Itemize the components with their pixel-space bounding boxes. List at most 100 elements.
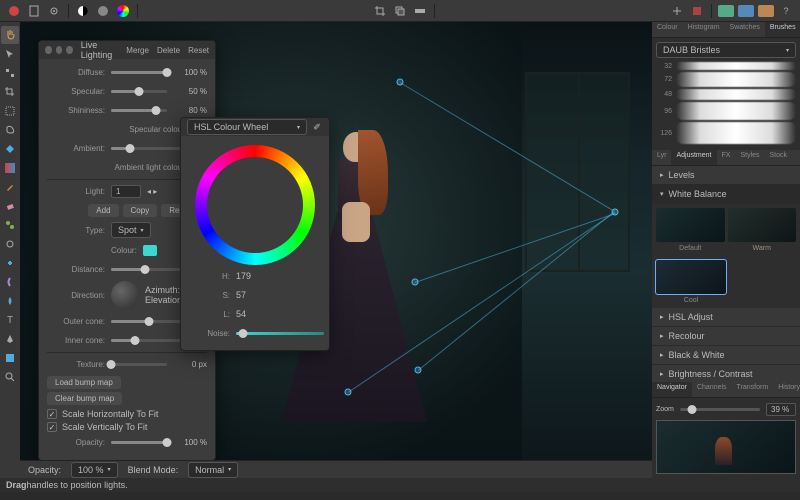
persona-photo-icon[interactable] — [718, 5, 734, 17]
brush-preset[interactable]: 96 — [656, 102, 796, 120]
help-icon[interactable]: ? — [778, 3, 794, 19]
navigator-thumbnail[interactable] — [656, 420, 796, 474]
quickmask-icon[interactable] — [689, 3, 705, 19]
tab-transform[interactable]: Transform — [732, 382, 774, 397]
tab-fx[interactable]: FX — [717, 150, 736, 165]
blend-mode-dropdown[interactable]: Normal▾ — [188, 462, 238, 478]
gear-icon[interactable] — [46, 3, 62, 19]
gradient-tool[interactable] — [1, 159, 19, 177]
blur-tool[interactable] — [1, 292, 19, 310]
erase-tool[interactable] — [1, 197, 19, 215]
tab-colour[interactable]: Colour — [652, 22, 683, 37]
adjustment-bw[interactable]: ▸Black & White — [652, 346, 800, 365]
close-icon[interactable] — [45, 46, 52, 54]
adjustment-hsl[interactable]: ▸HSL Adjust — [652, 308, 800, 327]
adjustment-recolour[interactable]: ▸Recolour — [652, 327, 800, 346]
tab-histogram[interactable]: Histogram — [683, 22, 725, 37]
move-tool[interactable] — [1, 45, 19, 63]
select-free-tool[interactable] — [1, 121, 19, 139]
canvas[interactable]: Live Lighting Merge Delete Reset Diffuse… — [20, 22, 652, 478]
noise-slider[interactable] — [236, 332, 324, 335]
preset-warm[interactable] — [728, 208, 797, 242]
specular-slider[interactable] — [111, 90, 167, 93]
brush-preset[interactable]: 72 — [656, 72, 796, 87]
arrange-icon[interactable] — [412, 3, 428, 19]
persona-develop-icon[interactable] — [758, 5, 774, 17]
smudge-tool[interactable] — [1, 273, 19, 291]
right-studio: Colour Histogram Swatches Brushes DAUB B… — [652, 22, 800, 478]
adjustment-levels[interactable]: ▸Levels — [652, 166, 800, 185]
merge-button[interactable]: Merge — [126, 46, 149, 55]
brush-preset[interactable]: 32 — [656, 62, 796, 70]
palette-icon[interactable] — [115, 3, 131, 19]
brush-preset[interactable]: 126 — [656, 122, 796, 144]
crop-icon[interactable] — [372, 3, 388, 19]
text-tool[interactable]: T — [1, 311, 19, 329]
persona-liquify-icon[interactable] — [738, 5, 754, 17]
direction-dial[interactable] — [111, 281, 139, 309]
layer-opacity-dropdown[interactable]: 100 %▾ — [71, 462, 118, 478]
shininess-slider[interactable] — [111, 109, 167, 112]
add-button[interactable]: Add — [88, 204, 118, 217]
clear-bump-button[interactable]: Clear bump map — [47, 392, 122, 405]
brush-tool[interactable] — [1, 178, 19, 196]
overlay-icon[interactable] — [392, 3, 408, 19]
tab-stock[interactable]: Stock — [765, 150, 793, 165]
brushes-panel: DAUB Bristles▾ 32 72 48 96 126 — [652, 38, 800, 150]
tab-history[interactable]: History — [773, 382, 800, 397]
brush-preset[interactable]: 48 — [656, 89, 796, 100]
hand-tool[interactable] — [1, 26, 19, 44]
adjustment-brightness[interactable]: ▸Brightness / Contrast — [652, 365, 800, 382]
color-picker-panel[interactable]: HSL Colour Wheel▾ ✐ H:179 S:57 L:54 Nois… — [180, 117, 330, 351]
select-rect-tool[interactable] — [1, 102, 19, 120]
opacity-slider[interactable] — [111, 441, 167, 444]
diffuse-slider[interactable] — [111, 71, 167, 74]
status-bar: Drag handles to position lights. — [0, 478, 800, 492]
tab-channels[interactable]: Channels — [692, 382, 732, 397]
light-index-input[interactable]: 1 — [111, 185, 141, 198]
bw-icon[interactable] — [75, 3, 91, 19]
crop-tool[interactable] — [1, 83, 19, 101]
adjustment-white-balance[interactable]: ▾White Balance — [652, 185, 800, 204]
reset-button[interactable]: Reset — [188, 46, 209, 55]
panel-title: Live Lighting — [81, 40, 123, 60]
app-logo-icon — [6, 3, 22, 19]
saturation-icon[interactable] — [95, 3, 111, 19]
clone-tool[interactable] — [1, 216, 19, 234]
copy-button[interactable]: Copy — [123, 204, 158, 217]
brush-category-dropdown[interactable]: DAUB Bristles▾ — [656, 42, 796, 58]
tab-layers[interactable]: Lyr — [652, 150, 671, 165]
snap-icon[interactable] — [669, 3, 685, 19]
node-tool[interactable] — [1, 64, 19, 82]
dodge-tool[interactable] — [1, 235, 19, 253]
tab-navigator[interactable]: Navigator — [652, 382, 692, 397]
zoom-value[interactable]: 39 % — [766, 403, 796, 416]
tab-brushes[interactable]: Brushes — [765, 22, 800, 37]
hsl-color-wheel[interactable] — [195, 145, 315, 265]
type-dropdown[interactable]: Spot▾ — [111, 222, 151, 238]
tab-swatches[interactable]: Swatches — [725, 22, 765, 37]
load-bump-button[interactable]: Load bump map — [47, 376, 121, 389]
flood-tool[interactable] — [1, 140, 19, 158]
delete-button[interactable]: Delete — [157, 46, 180, 55]
pen-tool[interactable] — [1, 330, 19, 348]
texture-slider[interactable] — [111, 363, 167, 366]
shape-tool[interactable] — [1, 349, 19, 367]
color-mode-dropdown[interactable]: HSL Colour Wheel▾ — [187, 119, 307, 135]
eyedropper-icon[interactable]: ✐ — [311, 122, 323, 133]
tools-panel: T — [0, 22, 20, 478]
maximize-icon[interactable] — [66, 46, 73, 54]
preset-cool[interactable] — [656, 260, 726, 294]
heal-tool[interactable] — [1, 254, 19, 272]
minimize-icon[interactable] — [56, 46, 63, 54]
zoom-slider[interactable] — [680, 408, 760, 411]
scale-v-checkbox[interactable]: Scale Vertically To Fit — [47, 422, 207, 432]
preset-default[interactable] — [656, 208, 725, 242]
zoom-tool[interactable] — [1, 368, 19, 386]
file-icon[interactable] — [26, 3, 42, 19]
tab-adjustment[interactable]: Adjustment — [671, 150, 716, 165]
scale-h-checkbox[interactable]: Scale Horizontally To Fit — [47, 409, 207, 419]
context-toolbar: Opacity: 100 %▾ Blend Mode: Normal▾ — [20, 460, 652, 478]
light-color-swatch[interactable] — [143, 245, 157, 256]
tab-styles[interactable]: Styles — [735, 150, 764, 165]
